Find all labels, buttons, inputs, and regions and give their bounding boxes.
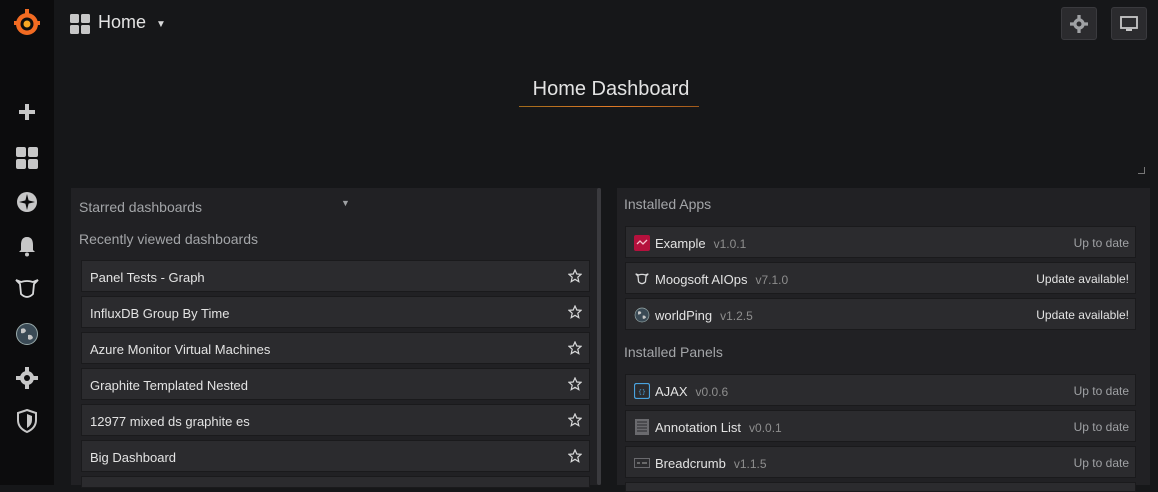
plugin-list-panel: Installed Apps Example v1.0.1 Up to date … <box>617 188 1150 492</box>
home-dashboard-header: Home Dashboard <box>71 52 1151 178</box>
status-text: Update available! <box>1036 272 1129 286</box>
recent-dashboards-heading: Recently viewed dashboards <box>79 231 258 247</box>
panel-version: v0.0.6 <box>695 385 729 399</box>
dashboard-grid-icon <box>70 14 90 37</box>
status-text: Up to date <box>1073 456 1129 470</box>
star-icon[interactable] <box>567 304 583 322</box>
app-name: Moogsoft AIOps <box>655 272 748 287</box>
explore-compass-icon[interactable] <box>9 186 45 218</box>
moogsoft-icon <box>634 271 650 287</box>
dashboard-name: Graphite Templated Nested <box>90 378 249 393</box>
dashboard-name: Azure Monitor Virtual Machines <box>90 342 271 357</box>
list-item[interactable]: Big Dashboard <box>81 440 590 472</box>
star-icon[interactable] <box>567 448 583 466</box>
moogsoft-cow-icon[interactable] <box>9 273 45 305</box>
list-item[interactable] <box>625 482 1136 492</box>
globe-icon <box>634 307 650 323</box>
server-admin-shield-icon[interactable] <box>9 405 45 437</box>
breadcrumb-icon <box>634 455 650 471</box>
svg-text:{}: {} <box>638 389 646 396</box>
worldping-globe-icon[interactable] <box>9 318 45 350</box>
installed-panels-heading: Installed Panels <box>624 344 723 360</box>
panel-resize-handle[interactable] <box>1138 167 1145 174</box>
scrollbar[interactable] <box>597 188 601 485</box>
sidebar <box>0 0 54 485</box>
top-navbar: Home ▼ <box>54 0 1158 48</box>
list-item[interactable]: Graphite Templated Nested <box>81 368 590 400</box>
list-item[interactable]: Annotation List v0.0.1 Up to date <box>625 410 1136 442</box>
status-text: Up to date <box>1073 384 1129 398</box>
example-app-icon <box>634 235 650 251</box>
configuration-gear-icon[interactable] <box>9 362 45 394</box>
app-version: v7.1.0 <box>755 273 789 287</box>
panel-version: v0.0.1 <box>749 421 782 435</box>
panel-name: Annotation List <box>655 420 742 435</box>
settings-button[interactable] <box>1061 7 1097 40</box>
caret-down-icon: ▼ <box>341 198 350 208</box>
list-item[interactable]: InfluxDB Group By Time <box>81 296 590 328</box>
list-item[interactable]: Azure Monitor Virtual Machines <box>81 332 590 364</box>
alerting-bell-icon[interactable] <box>9 230 45 262</box>
list-item[interactable]: {} AJAX v0.0.6 Up to date <box>625 374 1136 406</box>
star-icon[interactable] <box>567 376 583 394</box>
monitor-icon <box>1120 15 1138 31</box>
dashboards-grid-icon[interactable] <box>9 142 45 174</box>
status-text: Up to date <box>1073 236 1129 250</box>
list-item[interactable]: Breadcrumb v1.1.5 Up to date <box>625 446 1136 478</box>
dashboard-list-panel: Starred dashboards ▼ Recently viewed das… <box>71 188 601 488</box>
cycle-view-mode-button[interactable] <box>1111 7 1147 40</box>
panel-name: AJAX <box>655 384 688 399</box>
list-item[interactable]: worldPing v1.2.5 Update available! <box>625 298 1136 330</box>
annotation-list-icon <box>634 419 650 435</box>
page-title: Home Dashboard <box>532 78 690 100</box>
list-item[interactable]: Moogsoft AIOps v7.1.0 Update available! <box>625 262 1136 294</box>
caret-down-icon: ▼ <box>156 19 166 30</box>
create-plus-icon[interactable] <box>9 96 45 128</box>
panel-version: v1.1.5 <box>733 457 767 471</box>
dashboard-name: 12977 mixed ds graphite es <box>90 414 250 429</box>
panel-name: Breadcrumb <box>655 456 726 471</box>
star-icon[interactable] <box>567 340 583 358</box>
list-item[interactable]: Example v1.0.1 Up to date <box>625 226 1136 258</box>
list-item[interactable] <box>81 476 590 488</box>
status-text: Up to date <box>1073 420 1129 434</box>
installed-apps-heading: Installed Apps <box>624 196 712 212</box>
list-item[interactable]: Panel Tests - Graph <box>81 260 590 292</box>
dashboard-picker[interactable]: Home ▼ <box>98 12 166 33</box>
star-icon[interactable] <box>567 412 583 430</box>
status-text: Update available! <box>1036 308 1129 322</box>
dashboard-title: Home <box>98 12 147 32</box>
dashboard-name: Panel Tests - Graph <box>90 270 205 285</box>
gear-icon <box>1070 14 1088 33</box>
dashboard-name: Big Dashboard <box>90 450 176 465</box>
app-name: worldPing <box>655 308 713 323</box>
starred-dashboards-heading: Starred dashboards <box>79 199 202 215</box>
star-icon[interactable] <box>567 268 583 286</box>
title-underline <box>519 106 699 107</box>
app-name: Example <box>655 236 706 251</box>
dashboard-name: InfluxDB Group By Time <box>90 306 230 321</box>
grafana-logo-icon[interactable] <box>9 7 45 39</box>
app-version: v1.2.5 <box>720 309 753 323</box>
ajax-icon: {} <box>633 382 651 400</box>
app-version: v1.0.1 <box>713 237 747 251</box>
list-item[interactable]: 12977 mixed ds graphite es <box>81 404 590 436</box>
